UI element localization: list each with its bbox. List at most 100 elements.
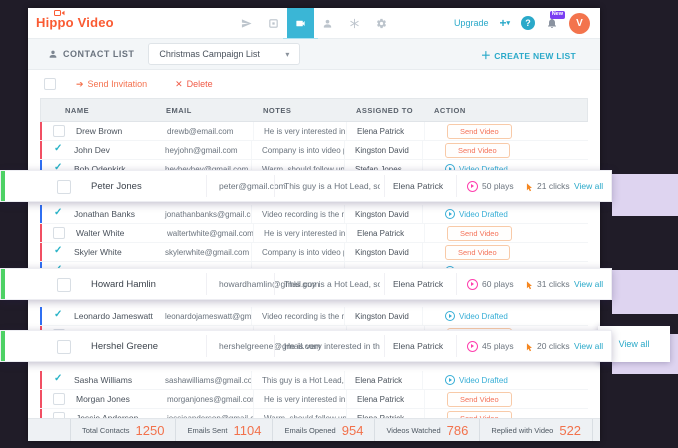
- view-all-link[interactable]: View all: [574, 341, 603, 351]
- create-new-list-button[interactable]: ＋CREATE NEW LIST: [481, 47, 576, 62]
- lavender-panel: [612, 270, 678, 314]
- dropdown-value: Christmas Campaign List: [159, 49, 260, 59]
- contact-email: peter@gmail.com: [219, 181, 286, 191]
- upgrade-link[interactable]: Upgrade: [454, 18, 489, 28]
- expanded-contact-row[interactable]: Peter Jones peter@gmail.com This guy is …: [0, 170, 612, 202]
- table-row[interactable]: Leonardo Jameswatt leonardojameswatt@gma…: [40, 307, 588, 326]
- table-toolbar: ➔Send Invitation ✕Delete: [28, 70, 600, 98]
- stats-footer: Total Contacts1250 Emails Sent1104 Email…: [28, 418, 600, 441]
- send-video-button[interactable]: Send Video: [447, 124, 512, 139]
- row-checkbox[interactable]: [57, 278, 71, 292]
- contact-notes: This guy is a Hot Lead, so...: [284, 181, 380, 191]
- view-all-link[interactable]: View all: [574, 279, 603, 289]
- row-checkbox[interactable]: [57, 340, 71, 354]
- settings-gear-icon[interactable]: [368, 8, 395, 38]
- row-color-bar: [40, 205, 42, 223]
- select-all-checkbox[interactable]: [44, 78, 56, 90]
- hippo-video-logo: Hippo Video: [36, 15, 114, 30]
- divider: [274, 273, 275, 295]
- row-checkbox[interactable]: [53, 209, 63, 219]
- row-color-bar: [1, 171, 5, 201]
- logo-camera-icon: [54, 9, 65, 16]
- row-checkbox[interactable]: [57, 180, 71, 194]
- view-all-link[interactable]: View all: [574, 181, 603, 191]
- video-drafted-status: Video Drafted: [445, 311, 508, 321]
- row-color-bar: [1, 331, 5, 361]
- table-row[interactable]: Skyler White skylerwhite@gmail.com Compa…: [40, 243, 588, 262]
- video-library-icon[interactable]: [287, 8, 314, 38]
- row-checkbox[interactable]: [53, 125, 65, 137]
- contact-notes: He is very interested in the prod...: [254, 390, 347, 408]
- view-all-link[interactable]: View all: [619, 339, 650, 349]
- send-invitation-button[interactable]: ➔Send Invitation: [76, 79, 147, 90]
- send-video-button[interactable]: Send Video: [445, 245, 510, 260]
- contact-email: skylerwhite@gmail.com: [155, 243, 252, 261]
- row-checkbox[interactable]: [53, 247, 63, 257]
- create-new-button[interactable]: +▾: [499, 16, 510, 30]
- contact-email: drewb@email.com: [157, 122, 254, 140]
- contact-list-label: CONTACT LIST: [48, 49, 134, 59]
- delete-button[interactable]: ✕Delete: [175, 79, 213, 90]
- contact-assigned: Elena Patrick: [347, 224, 425, 242]
- table-row[interactable]: Jonathan Banks jonathanbanks@gmail.com V…: [40, 205, 588, 224]
- contact-notes: Company is into video produ...: [252, 243, 345, 261]
- stat-emails-opened: Emails Opened954: [273, 419, 375, 441]
- contact-name: Sasha Williams: [63, 371, 155, 389]
- contact-email: jonathanbanks@gmail.com: [155, 205, 252, 223]
- contact-name: John Dev: [63, 141, 155, 159]
- divider: [206, 175, 207, 197]
- contact-name: Howard Hamlin: [91, 279, 156, 290]
- contacts-table: NAME EMAIL NOTES ASSIGNED TO ACTION Drew…: [40, 98, 588, 428]
- contact-name: Hershel Greene: [91, 341, 158, 352]
- table-row[interactable]: Morgan Jones morganjones@gmail.com He is…: [40, 390, 588, 409]
- table-row[interactable]: John Dev heyjohn@gmail.com Company is in…: [40, 141, 588, 160]
- clicks-icon: [524, 340, 534, 351]
- notifications-bell-icon[interactable]: New: [546, 17, 558, 29]
- clicks-icon: [524, 278, 534, 289]
- send-icon[interactable]: [233, 8, 260, 38]
- plays-icon: [467, 181, 478, 192]
- plays-count: 60 plays: [482, 279, 514, 289]
- table-row[interactable]: Walter White waltertwhite@gmail.com He i…: [40, 224, 588, 243]
- send-video-button[interactable]: Send Video: [447, 392, 512, 407]
- recordings-icon[interactable]: [260, 8, 287, 38]
- row-checkbox[interactable]: [53, 375, 63, 385]
- table-header-row: NAME EMAIL NOTES ASSIGNED TO ACTION: [40, 98, 588, 122]
- column-header-name: NAME: [41, 106, 156, 115]
- send-video-button[interactable]: Send Video: [447, 226, 512, 241]
- expanded-contact-row[interactable]: Hershel Greene hershelgreene@gmail.com H…: [0, 330, 612, 362]
- row-checkbox[interactable]: [53, 145, 63, 155]
- table-row[interactable]: Sasha Williams sashawilliams@gmail.com T…: [40, 371, 588, 390]
- contacts-icon[interactable]: [314, 8, 341, 38]
- contact-email: morganjones@gmail.com: [157, 390, 254, 408]
- play-circle-icon: [445, 311, 455, 321]
- clicks-count: 21 clicks: [537, 181, 570, 191]
- video-drafted-status: Video Drafted: [445, 209, 508, 219]
- contact-notes: This guy is a Hot Lead, so...: [284, 279, 380, 289]
- column-header-email: EMAIL: [156, 106, 253, 115]
- row-checkbox[interactable]: [53, 393, 65, 405]
- contact-name: Peter Jones: [91, 181, 142, 192]
- user-avatar[interactable]: V: [569, 13, 590, 34]
- plays-count: 45 plays: [482, 341, 514, 351]
- contact-name: Leonardo Jameswatt: [63, 307, 155, 325]
- divider: [274, 175, 275, 197]
- divider: [384, 175, 385, 197]
- contact-notes: This guy is a Hot Lead, so...: [252, 371, 345, 389]
- close-icon: ✕: [175, 79, 183, 90]
- expanded-contact-row[interactable]: Howard Hamlin howardhamlin@gmail.com Thi…: [0, 268, 612, 300]
- contact-assigned: Kingston David: [345, 307, 423, 325]
- integrations-icon[interactable]: [341, 8, 368, 38]
- campaign-list-dropdown[interactable]: Christmas Campaign List ▾: [148, 43, 300, 65]
- clicks-count: 20 clicks: [537, 341, 570, 351]
- row-checkbox[interactable]: [53, 227, 65, 239]
- table-row[interactable]: Drew Brown drewb@email.com He is very in…: [40, 122, 588, 141]
- row-checkbox[interactable]: [53, 311, 63, 321]
- divider: [206, 273, 207, 295]
- send-video-button[interactable]: Send Video: [445, 143, 510, 158]
- divider: [274, 335, 275, 357]
- contact-name: Jonathan Banks: [63, 205, 155, 223]
- help-icon[interactable]: ?: [521, 16, 535, 30]
- contact-notes: He is very interested in the prod...: [254, 224, 347, 242]
- contact-notes: Company is into video produ...: [252, 141, 345, 159]
